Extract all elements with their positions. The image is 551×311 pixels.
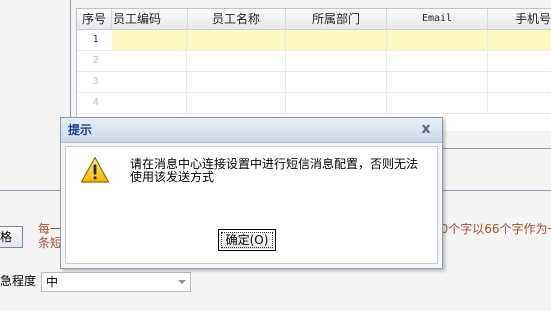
urgency-value: 中	[46, 275, 59, 289]
column-header-phone[interactable]: 手机号	[488, 9, 551, 29]
table-cell[interactable]	[187, 30, 286, 50]
employee-grid: 序号 员工编码 员工名称 所属部门 Email 手机号 1 2 3 4	[76, 8, 551, 131]
ok-button[interactable]: 确定(O)	[218, 229, 276, 251]
table-cell[interactable]	[387, 30, 488, 50]
table-cell[interactable]	[286, 51, 387, 71]
table-cell[interactable]	[187, 93, 286, 113]
chevron-down-icon[interactable]	[178, 280, 186, 284]
column-header-code[interactable]: 员工编码	[112, 9, 188, 29]
column-header-dept[interactable]: 所属部门	[286, 9, 387, 29]
urgency-select[interactable]: 中	[41, 272, 191, 292]
table-cell[interactable]	[387, 72, 488, 92]
format-button[interactable]: 格式	[0, 226, 23, 248]
dialog-title: 提示	[68, 123, 93, 137]
table-row[interactable]: 4	[77, 93, 551, 114]
table-cell[interactable]	[286, 93, 387, 113]
row-number: 2	[92, 55, 99, 66]
table-cell[interactable]	[112, 51, 187, 71]
dialog-message: 请在消息中心连接设置中进行短信消息配置，否则无法使用该发送方式	[130, 157, 419, 184]
table-cell[interactable]	[187, 72, 286, 92]
table-cell[interactable]	[112, 72, 187, 92]
dialog-body: 请在消息中心连接设置中进行短信消息配置，否则无法使用该发送方式 确定(O)	[65, 146, 438, 264]
table-cell[interactable]	[387, 93, 488, 113]
warning-icon	[80, 156, 110, 183]
table-row[interactable]: 1	[77, 30, 551, 51]
table-row[interactable]: 3	[77, 72, 551, 93]
table-cell[interactable]	[488, 30, 551, 50]
table-cell[interactable]	[112, 93, 187, 113]
row-number: 3	[92, 76, 99, 87]
table-cell[interactable]	[187, 51, 286, 71]
table-cell[interactable]	[387, 51, 488, 71]
column-header-name[interactable]: 员工名称	[187, 9, 286, 29]
row-number: 4	[92, 97, 99, 108]
table-cell[interactable]	[286, 72, 387, 92]
dialog-titlebar[interactable]: 提示 x	[61, 118, 442, 143]
alert-dialog: 提示 x 请在消息中心连接设置中进行短信消息配置，否则无法使用该发送方式 确定(…	[60, 117, 443, 269]
table-cell[interactable]	[112, 30, 187, 50]
divider	[441, 190, 551, 191]
table-cell[interactable]	[286, 30, 387, 50]
column-header-email[interactable]: Email	[387, 9, 488, 29]
urgency-label: 急程度	[0, 274, 37, 288]
close-icon[interactable]: x	[418, 121, 434, 137]
column-header-seq[interactable]: 序号	[77, 9, 112, 29]
divider	[441, 148, 551, 149]
grid-header: 序号 员工编码 员工名称 所属部门 Email 手机号	[77, 9, 551, 30]
row-number: 1	[92, 34, 99, 45]
divider	[0, 190, 60, 191]
table-row[interactable]: 2	[77, 51, 551, 72]
sms-length-warning-right: 70个字以66个字作为一	[433, 222, 551, 236]
